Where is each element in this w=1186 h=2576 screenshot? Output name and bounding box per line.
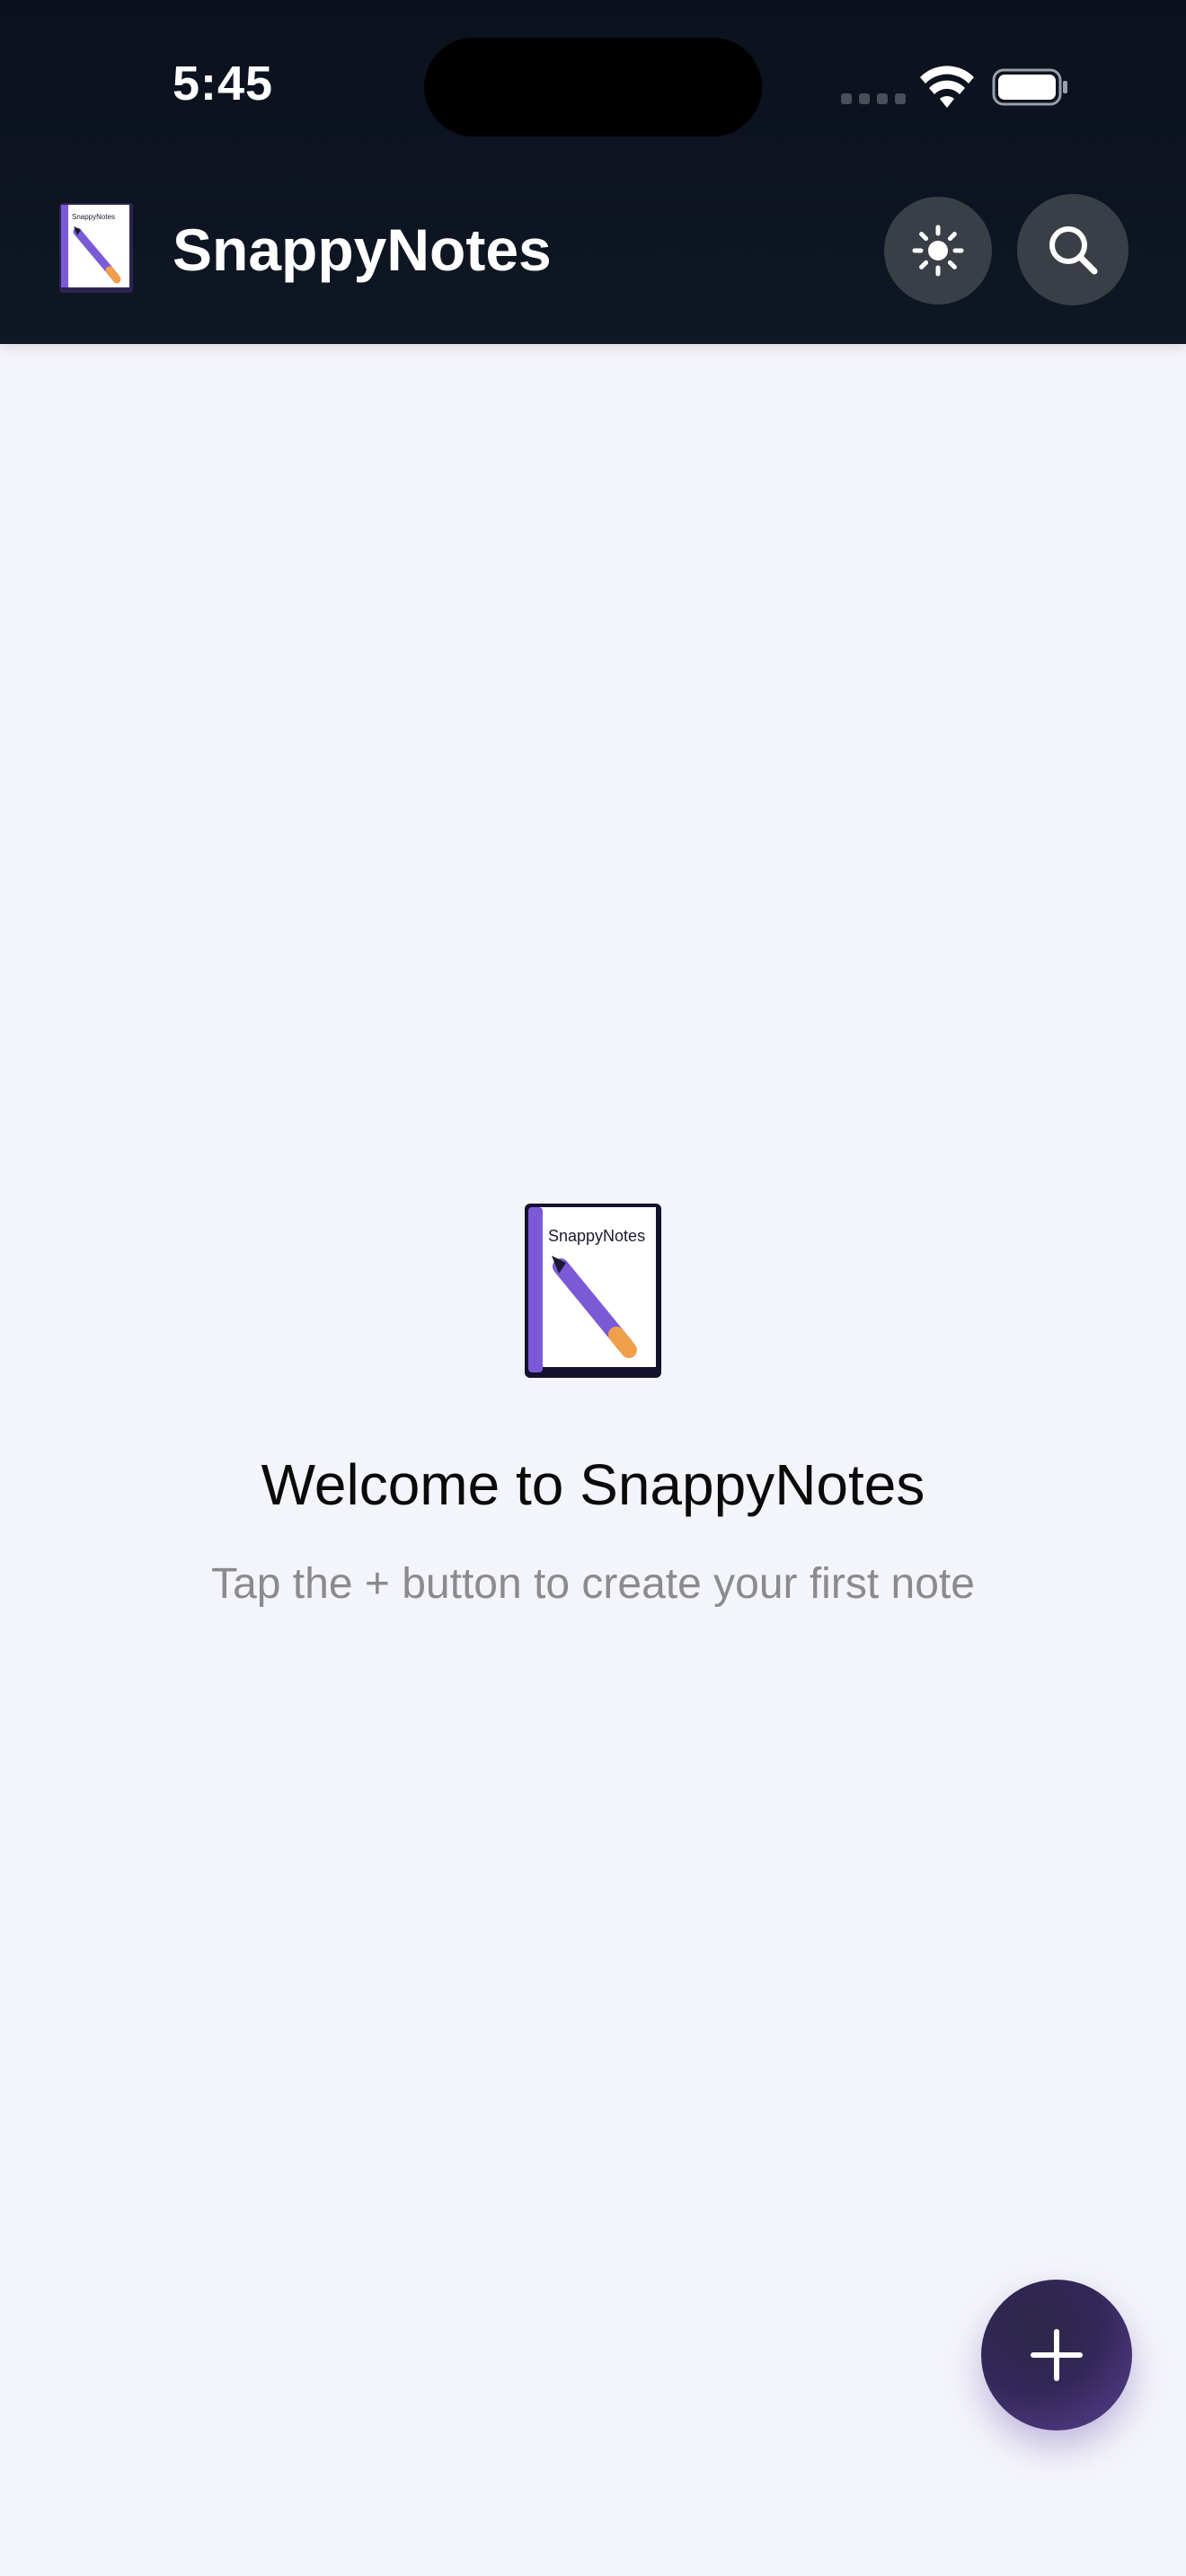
status-time: 5:45 <box>173 57 274 110</box>
cellular-signal-icon <box>841 93 906 104</box>
empty-state: SnappyNotes Welcome to SnappyNotes Tap t… <box>0 1204 1186 1609</box>
battery-icon <box>992 68 1067 106</box>
plus-icon <box>1031 2329 1083 2381</box>
welcome-title: Welcome to SnappyNotes <box>261 1452 925 1517</box>
welcome-subtitle: Tap the + button to create your first no… <box>211 1560 975 1608</box>
app-logo: SnappyNotes <box>59 203 133 293</box>
search-button[interactable] <box>1017 194 1128 305</box>
theme-toggle-button[interactable] <box>884 197 992 304</box>
logo-text: SnappyNotes <box>72 213 115 221</box>
add-note-button[interactable] <box>981 2280 1132 2430</box>
empty-logo-text: SnappyNotes <box>548 1227 645 1245</box>
wifi-icon <box>920 66 974 108</box>
sun-icon <box>912 225 964 277</box>
app-title: SnappyNotes <box>173 216 552 283</box>
app-header: 5:45 SnappyNotes SnappyNotes <box>0 0 1186 344</box>
dynamic-island <box>424 38 762 137</box>
search-icon <box>1049 226 1098 275</box>
empty-state-logo: SnappyNotes <box>525 1204 661 1378</box>
